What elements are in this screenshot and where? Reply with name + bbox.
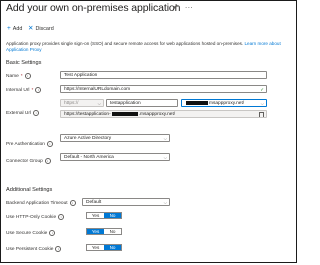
info-icon[interactable]: i <box>69 200 76 206</box>
info-icon[interactable]: i <box>55 246 62 252</box>
description-text: Application proxy provides single sign-o… <box>6 41 291 53</box>
add-button-label: Add <box>12 26 23 33</box>
pre-authentication-select[interactable]: Azure Active Directory ⌵ <box>60 134 170 142</box>
description-body: Application proxy provides single sign-o… <box>6 41 245 46</box>
checkmark-icon: ✓ <box>260 87 264 92</box>
required-marker: * <box>31 87 34 93</box>
required-marker: * <box>20 73 23 79</box>
info-icon[interactable]: i <box>44 158 51 164</box>
connector-group-select[interactable]: Default - North America ⌵ <box>60 153 170 161</box>
info-icon[interactable]: i <box>49 230 56 236</box>
full-url-prefix: https://testapplication- <box>64 112 111 117</box>
discard-button[interactable]: ✕ Discard <box>28 25 54 33</box>
external-url-label-text: External Url <box>6 110 32 116</box>
internal-url-label: Internal Url * i <box>6 87 42 93</box>
external-url-domain-select[interactable]: msappproxy.net/ ⌵ <box>181 99 267 107</box>
pin-icon[interactable]: 🖈 <box>172 3 178 14</box>
external-url-subdomain-field[interactable]: testapplication <box>106 99 178 107</box>
internal-url-label-text: Internal Url <box>6 87 30 93</box>
page-title: Add your own on-premises application <box>6 2 181 14</box>
backend-timeout-label: Backend Application Timeout i <box>6 200 76 206</box>
secure-label-text: Use Secure Cookie <box>6 230 48 236</box>
name-label-text: Name <box>6 73 19 79</box>
external-url-label: External Url i <box>6 110 40 116</box>
secure-cookie-toggle[interactable]: Yes No <box>86 228 122 235</box>
backend-timeout-select[interactable]: Default ⌵ <box>82 198 170 206</box>
connector-group-label-text: Connector Group <box>6 158 43 164</box>
pre-authentication-label: Pre Authentication i <box>6 141 53 147</box>
external-url-protocol-select: https:// ⌵ <box>60 99 104 107</box>
redaction-bar <box>186 100 208 105</box>
chevron-down-icon: ⌵ <box>97 101 101 106</box>
persistent-cookie-toggle[interactable]: Yes No <box>86 244 122 251</box>
toggle-no-option[interactable]: No <box>104 229 121 234</box>
http-only-cookie-toggle[interactable]: Yes No <box>86 212 122 219</box>
timeout-value: Default <box>86 200 102 205</box>
internal-url-field[interactable]: https://InternalURLdomain.com ✓ <box>60 85 267 93</box>
chevron-down-icon: ⌵ <box>163 155 167 160</box>
subdomain-value: testapplication <box>110 101 141 106</box>
external-url-full-field[interactable]: https://testapplication- .msappproxy.net/ <box>60 110 267 118</box>
persistent-cookie-label: Use Persistent Cookie i <box>6 246 62 252</box>
protocol-value: https:// <box>64 101 79 106</box>
info-icon[interactable]: i <box>35 87 42 93</box>
additional-settings-heading: Additional Settings <box>6 187 53 193</box>
discard-button-label: Discard <box>35 26 54 33</box>
toggle-no-option[interactable]: No <box>104 213 121 218</box>
toggle-yes-option[interactable]: Yes <box>87 229 104 234</box>
plus-icon: + <box>7 25 11 32</box>
http-only-cookie-label: Use HTTP-Only Cookie i <box>6 214 65 220</box>
toggle-yes-option[interactable]: Yes <box>87 213 104 218</box>
toggle-no-option[interactable]: No <box>104 245 121 250</box>
connector-group-value: Default - North America <box>64 155 114 160</box>
name-field[interactable]: Test Application <box>60 71 267 79</box>
http-only-label-text: Use HTTP-Only Cookie <box>6 214 57 220</box>
info-icon[interactable]: i <box>46 141 53 147</box>
copy-icon[interactable] <box>259 112 264 117</box>
secure-cookie-label: Use Secure Cookie i <box>6 230 56 236</box>
more-options-button[interactable]: ... <box>185 1 193 10</box>
chevron-down-icon: ⌵ <box>163 200 167 205</box>
timeout-label-text: Backend Application Timeout <box>6 200 68 206</box>
toggle-yes-option[interactable]: Yes <box>87 245 104 250</box>
close-icon: ✕ <box>28 25 34 32</box>
add-button[interactable]: + Add <box>7 25 23 33</box>
info-icon[interactable]: i <box>24 73 31 79</box>
name-label: Name * i <box>6 73 31 79</box>
persistent-label-text: Use Persistent Cookie <box>6 246 54 252</box>
chevron-down-icon: ⌵ <box>163 136 167 141</box>
internal-url-field-value: https://InternalURLdomain.com <box>64 87 131 92</box>
info-icon[interactable]: i <box>58 214 65 220</box>
redaction-bar <box>111 111 138 116</box>
info-icon[interactable]: i <box>33 110 40 116</box>
pre-auth-value: Azure Active Directory <box>64 136 112 141</box>
window-frame <box>0 0 297 263</box>
connector-group-label: Connector Group i <box>6 158 51 164</box>
full-url-suffix: .msappproxy.net/ <box>138 112 176 117</box>
pre-auth-label-text: Pre Authentication <box>6 141 45 147</box>
chevron-down-icon: ⌵ <box>260 101 264 106</box>
domain-suffix-value: msappproxy.net/ <box>209 101 245 106</box>
basic-settings-heading: Basic Settings <box>6 60 42 66</box>
name-field-value: Test Application <box>64 73 98 78</box>
